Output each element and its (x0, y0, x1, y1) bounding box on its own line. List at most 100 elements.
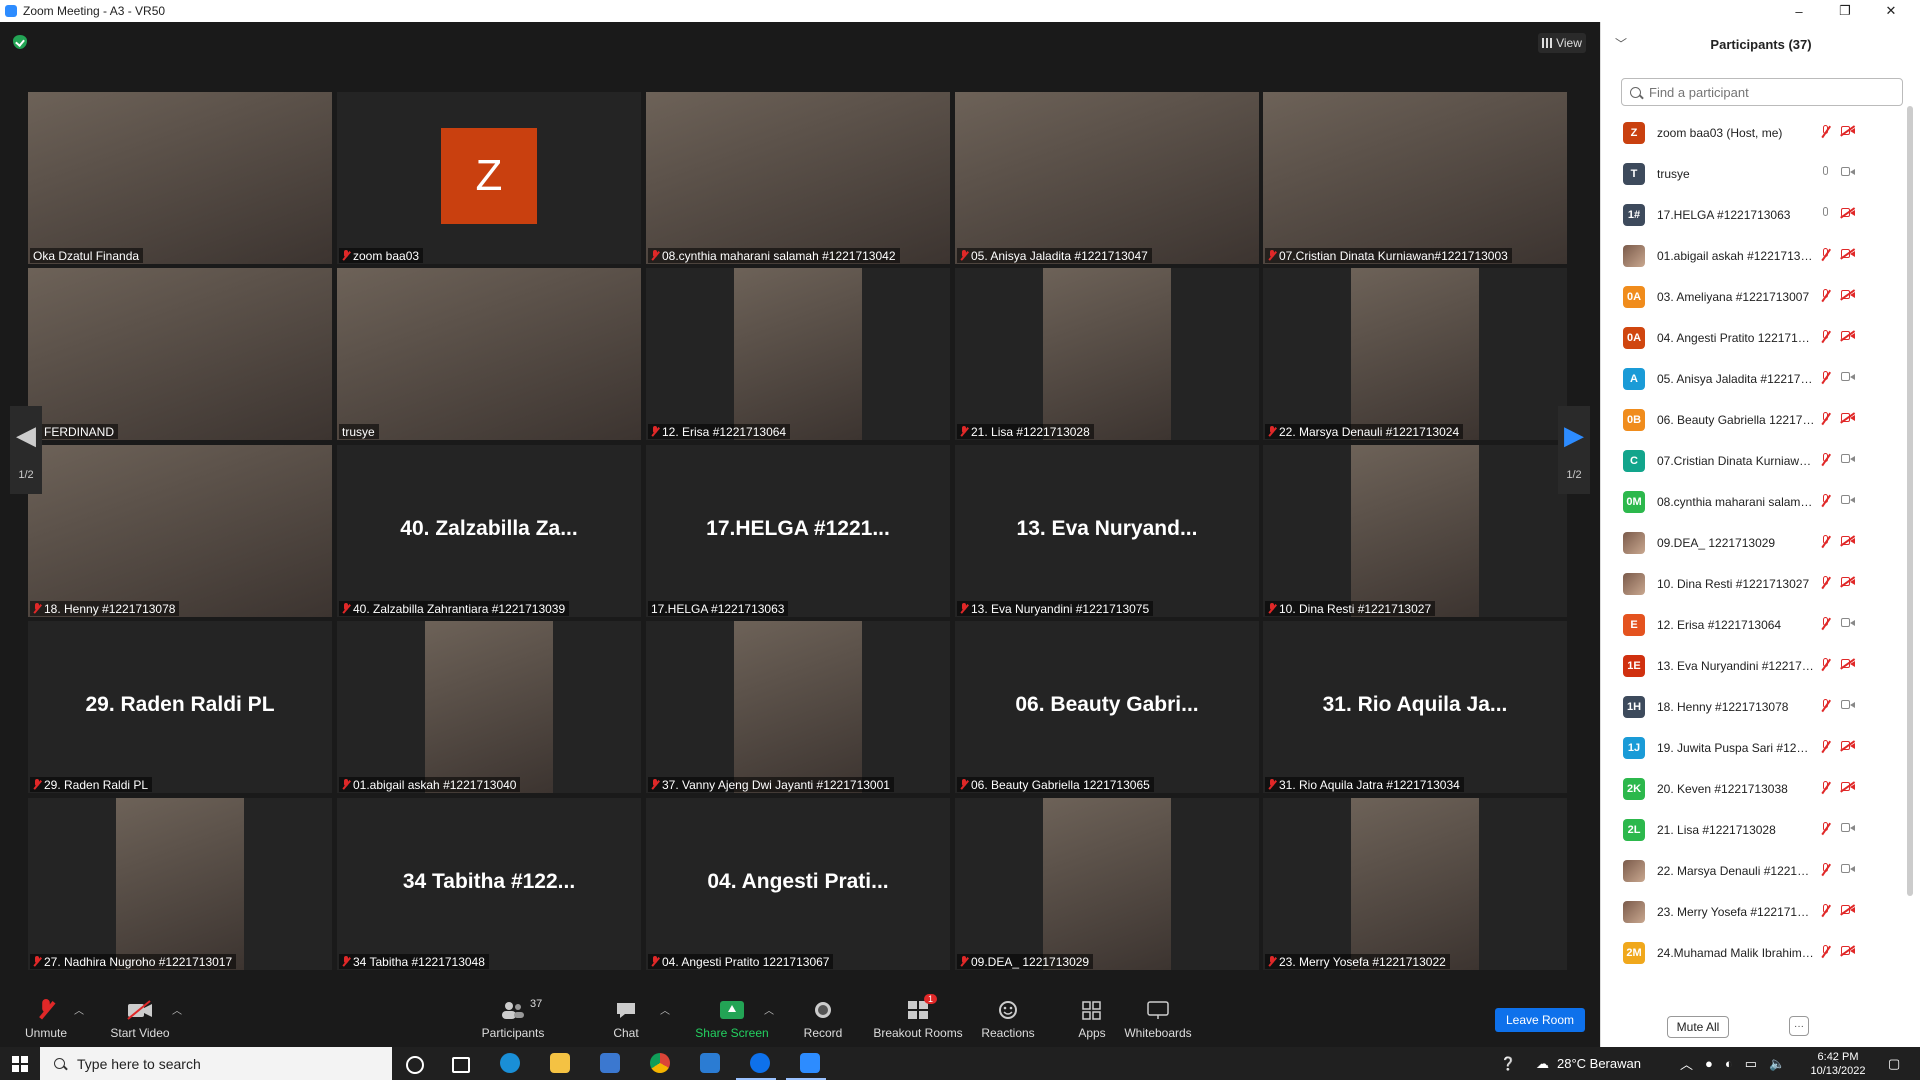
participant-row[interactable]: 01.abigail askah #1221713040 (1601, 235, 1907, 276)
participant-search[interactable] (1621, 78, 1903, 106)
edge-browser-icon[interactable] (500, 1053, 520, 1073)
chat-options-chevron-icon[interactable]: ︿ (660, 1002, 670, 1017)
camera-icon[interactable] (1841, 823, 1855, 833)
help-icon[interactable]: ❔ (1500, 1047, 1516, 1080)
unmute-button[interactable]: Unmute (18, 990, 74, 1047)
camera-off-icon[interactable] (1840, 781, 1855, 793)
camera-off-icon[interactable] (1840, 125, 1855, 137)
reactions-button[interactable]: Reactions (978, 990, 1038, 1047)
participant-row[interactable]: 0A 04. Angesti Pratito 1221713067 (1601, 317, 1907, 358)
participant-row[interactable]: 2M 24.Muhamad Malik Ibrahim - 1... (1601, 932, 1907, 973)
participant-tile[interactable]: 29. Raden Raldi PL 29. Raden Raldi PL (28, 621, 332, 793)
microphone-muted-icon[interactable] (1820, 453, 1832, 467)
chat-button[interactable]: Chat (606, 990, 646, 1047)
camera-off-icon[interactable] (1840, 576, 1855, 588)
microphone-muted-icon[interactable] (1820, 617, 1832, 631)
participant-tile[interactable]: 21. Lisa #1221713028 (955, 268, 1259, 440)
clock[interactable]: 6:42 PM 10/13/2022 (1798, 1050, 1878, 1078)
participant-tile[interactable]: 01.abigail askah #1221713040 (337, 621, 641, 793)
participant-tile[interactable]: 07.Cristian Dinata Kurniawan#1221713003 (1263, 92, 1567, 264)
microphone-muted-icon[interactable] (1820, 658, 1832, 672)
start-video-button[interactable]: Start Video (104, 990, 176, 1047)
participant-row[interactable]: 1# 17.HELGA #1221713063 (1601, 194, 1907, 235)
windows-start-icon[interactable] (12, 1056, 28, 1072)
microphone-icon[interactable] (1820, 166, 1832, 180)
microphone-muted-icon[interactable] (1820, 740, 1832, 754)
participant-tile[interactable]: 40. Zalzabilla Za... 40. Zalzabilla Zahra… (337, 445, 641, 617)
participant-row[interactable]: 2K 20. Keven #1221713038 (1601, 768, 1907, 809)
camera-off-icon[interactable] (1840, 248, 1855, 260)
camera-off-icon[interactable] (1840, 904, 1855, 916)
zoom-app-icon[interactable] (800, 1053, 820, 1073)
camera-icon[interactable] (1841, 864, 1855, 874)
participant-tile[interactable]: 31. Rio Aquila Ja... 31. Rio Aquila Jatra… (1263, 621, 1567, 793)
participant-tile[interactable]: 12. Erisa #1221713064 (646, 268, 950, 440)
microphone-muted-icon[interactable] (1820, 945, 1832, 959)
microphone-muted-icon[interactable] (1820, 863, 1832, 877)
microphone-muted-icon[interactable] (1820, 822, 1832, 836)
participant-list-scrollbar[interactable] (1907, 106, 1913, 896)
participant-row[interactable]: 2L 21. Lisa #1221713028 (1601, 809, 1907, 850)
chrome-icon[interactable] (650, 1053, 670, 1073)
microphone-muted-icon[interactable] (1820, 535, 1832, 549)
microphone-muted-icon[interactable] (1820, 494, 1832, 508)
participant-tile[interactable]: 37. Vanny Ajeng Dwi Jayanti #1221713001 (646, 621, 950, 793)
notifications-icon[interactable]: ▢ (1888, 1047, 1900, 1080)
microphone-muted-icon[interactable] (1820, 248, 1832, 262)
participant-tile[interactable]: 09.DEA_ 1221713029 (955, 798, 1259, 970)
minimize-button[interactable]: – (1776, 0, 1822, 22)
apps-button[interactable]: Apps (1072, 990, 1112, 1047)
participant-tile[interactable]: trusye (337, 268, 641, 440)
microphone-muted-icon[interactable] (1820, 371, 1832, 385)
participant-row[interactable]: 1E 13. Eva Nuryandini #1221713075 (1601, 645, 1907, 686)
camera-icon[interactable] (1841, 167, 1855, 177)
participant-row[interactable]: 0M 08.cynthia maharani salamah #122171304… (1601, 481, 1907, 522)
participant-tile[interactable]: 04. Angesti Prati... 04. Angesti Pratito … (646, 798, 950, 970)
participant-tile[interactable]: 13. Eva Nuryand... 13. Eva Nuryandini #12… (955, 445, 1259, 617)
tray-app-icon[interactable]: ◐ (1725, 1056, 1733, 1071)
participant-row[interactable]: 0A 03. Ameliyana #1221713007 (1601, 276, 1907, 317)
camera-off-icon[interactable] (1840, 535, 1855, 547)
share-options-chevron-icon[interactable]: ︿ (764, 1002, 774, 1017)
camera-off-icon[interactable] (1840, 412, 1855, 424)
microphone-muted-icon[interactable] (1820, 412, 1832, 426)
microphone-icon[interactable] (1820, 207, 1832, 221)
maximize-button[interactable]: ❐ (1822, 0, 1868, 22)
share-screen-button[interactable]: Share Screen (692, 990, 772, 1047)
participant-tile[interactable]: 06. Beauty Gabri... 06. Beauty Gabriella … (955, 621, 1259, 793)
participant-search-input[interactable] (1647, 83, 1891, 101)
camera-off-icon[interactable] (1840, 207, 1855, 219)
participant-row[interactable]: 23. Merry Yosefa #1221713022 (1601, 891, 1907, 932)
mute-all-button[interactable]: Mute All (1667, 1016, 1729, 1038)
participant-tile[interactable]: 34 Tabitha #122... 34 Tabitha #1221713048 (337, 798, 641, 970)
video-options-chevron-icon[interactable]: ︿ (172, 1002, 182, 1017)
participant-tile[interactable]: 22. Marsya Denauli #1221713024 (1263, 268, 1567, 440)
camera-icon[interactable] (1841, 454, 1855, 464)
mail-icon[interactable] (700, 1053, 720, 1073)
camera-off-icon[interactable] (1840, 740, 1855, 752)
participant-tile[interactable]: 27. Nadhira Nugroho #1221713017 (28, 798, 332, 970)
participant-tile[interactable]: 08.cynthia maharani salamah #1221713042 (646, 92, 950, 264)
chevron-up-icon[interactable]: ︿ (1680, 1054, 1693, 1073)
participant-tile[interactable]: Oka Dzatul Finanda (28, 92, 332, 264)
close-button[interactable]: ✕ (1868, 0, 1914, 22)
participant-row[interactable]: 1H 18. Henny #1221713078 (1601, 686, 1907, 727)
volume-icon[interactable]: 🔈 (1769, 1056, 1785, 1072)
camera-icon[interactable] (1841, 495, 1855, 505)
previous-page-button[interactable]: ◀ 1/2 (10, 406, 42, 494)
network-icon[interactable]: ▭ (1745, 1056, 1757, 1072)
microphone-muted-icon[interactable] (1820, 576, 1832, 590)
audio-options-chevron-icon[interactable]: ︿ (74, 1002, 84, 1017)
camera-icon[interactable] (1841, 700, 1855, 710)
participant-row[interactable]: C 07.Cristian Dinata Kurniawan#1221713003 (1601, 440, 1907, 481)
record-button[interactable]: Record (800, 990, 846, 1047)
camera-off-icon[interactable] (1840, 945, 1855, 957)
file-explorer-icon[interactable] (550, 1053, 570, 1073)
participant-row[interactable]: 22. Marsya Denauli #12217130... (1601, 850, 1907, 891)
participant-row[interactable]: E 12. Erisa #1221713064 (1601, 604, 1907, 645)
microphone-muted-icon[interactable] (1820, 699, 1832, 713)
leave-room-button[interactable]: Leave Room (1495, 1008, 1585, 1032)
participant-tile[interactable]: 23. Merry Yosefa #1221713022 (1263, 798, 1567, 970)
weather-widget[interactable]: ☁ 28°C Berawan (1536, 1047, 1641, 1080)
camera-off-icon[interactable] (1840, 330, 1855, 342)
